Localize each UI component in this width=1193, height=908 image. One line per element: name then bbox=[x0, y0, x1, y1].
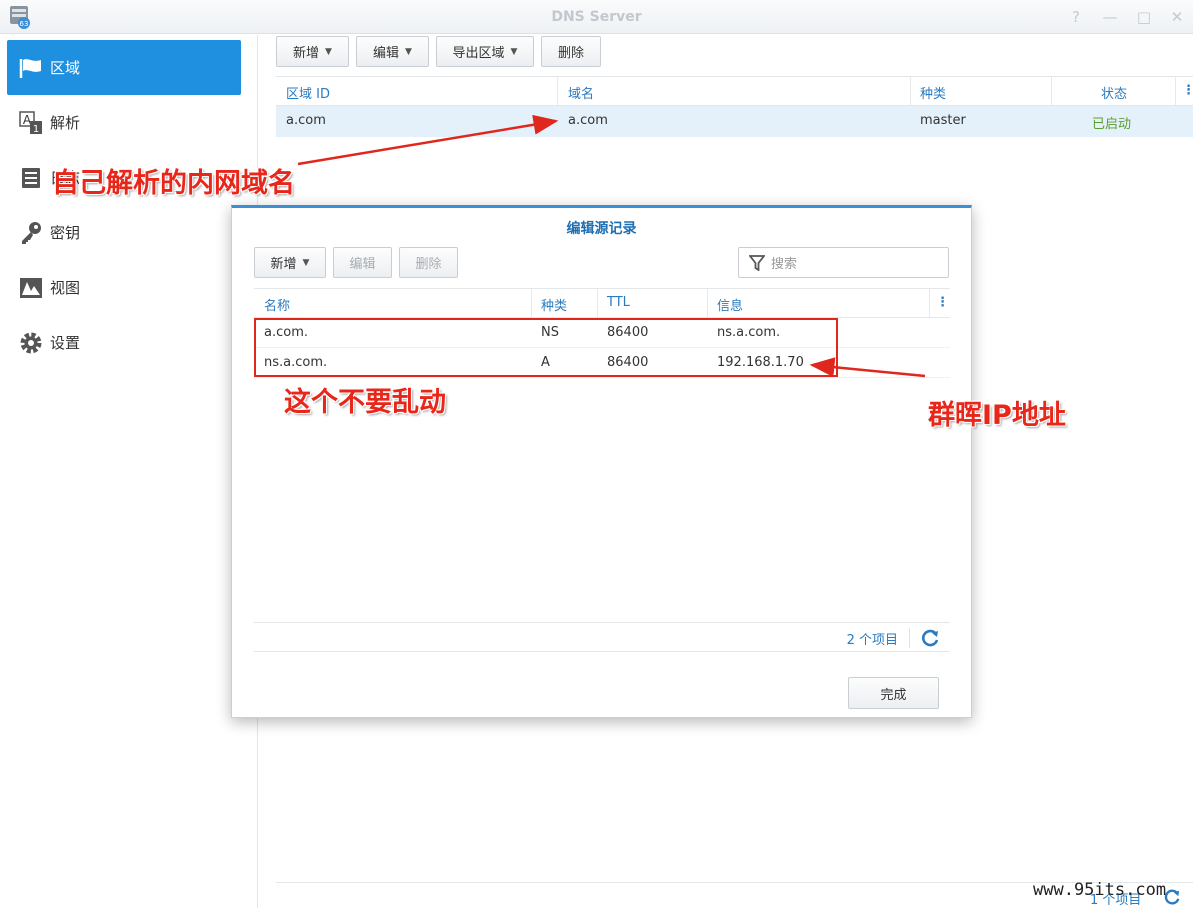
record-count: 2 个项目 bbox=[846, 633, 898, 648]
caret-down-icon: ▼ bbox=[302, 257, 310, 268]
watermark: www.95its.com bbox=[1033, 880, 1167, 900]
button-label: 新增 bbox=[293, 46, 320, 61]
resolve-icon: A1 bbox=[18, 110, 44, 136]
zone-id-cell: a.com bbox=[286, 113, 326, 128]
sidebar-item-keys[interactable]: 密钥 bbox=[7, 205, 241, 260]
column-menu-icon[interactable]: ⋮ bbox=[936, 295, 949, 310]
zones-table: 区域 ID 域名 种类 状态 ⋮ a.com a.com master 已启动 bbox=[276, 76, 1193, 137]
button-label: 删除 bbox=[557, 46, 584, 61]
column-header-type[interactable]: 种类 bbox=[920, 83, 946, 102]
caret-down-icon: ▼ bbox=[405, 46, 412, 57]
column-divider bbox=[910, 77, 911, 105]
annotation-dont-touch: 这个不要乱动 bbox=[284, 387, 446, 418]
key-icon bbox=[18, 220, 44, 246]
edit-records-dialog: 编辑源记录 新增 ▼ 编辑 删除 搜索 名称 种类 TTL 信息 ⋮ a.com.… bbox=[231, 205, 972, 718]
table-row[interactable]: a.com a.com master 已启动 bbox=[276, 106, 1193, 137]
dialog-table-footer: 2 个项目 bbox=[254, 622, 950, 652]
annotation-nas-ip: 群晖IP地址 bbox=[928, 400, 1066, 431]
minimize-icon[interactable]: — bbox=[1099, 6, 1121, 28]
edit-zone-button[interactable]: 编辑 ▼ bbox=[356, 36, 429, 67]
dialog-title: 编辑源记录 bbox=[566, 221, 637, 237]
button-label: 编辑 bbox=[373, 46, 400, 61]
column-divider bbox=[531, 289, 532, 317]
search-placeholder: 搜索 bbox=[771, 257, 798, 272]
highlight-box bbox=[254, 318, 838, 377]
column-header-status[interactable]: 状态 bbox=[1101, 83, 1127, 102]
close-icon[interactable]: ✕ bbox=[1166, 6, 1188, 28]
column-divider bbox=[707, 289, 708, 317]
create-zone-button[interactable]: 新增 ▼ bbox=[276, 36, 349, 67]
column-divider bbox=[1051, 77, 1052, 105]
table-header: 名称 种类 TTL 信息 ⋮ bbox=[254, 288, 950, 318]
delete-zone-button[interactable]: 删除 bbox=[541, 36, 601, 67]
caret-down-icon: ▼ bbox=[510, 46, 518, 57]
done-button[interactable]: 完成 bbox=[848, 677, 939, 709]
map-icon bbox=[18, 275, 44, 301]
caret-down-icon: ▼ bbox=[325, 46, 332, 57]
column-menu-icon[interactable]: ⋮ bbox=[1182, 83, 1193, 98]
create-record-button[interactable]: 新增 ▼ bbox=[254, 247, 326, 278]
filter-icon bbox=[749, 254, 765, 271]
column-header-name[interactable]: 名称 bbox=[264, 295, 290, 314]
column-header-zone-id[interactable]: 区域 ID bbox=[286, 83, 330, 102]
domain-cell: a.com bbox=[568, 113, 608, 128]
delete-record-button[interactable]: 删除 bbox=[399, 247, 458, 278]
column-divider bbox=[597, 289, 598, 317]
column-header-ttl[interactable]: TTL bbox=[607, 295, 630, 310]
list-icon bbox=[18, 165, 44, 191]
button-label: 导出区域 bbox=[452, 46, 505, 61]
sidebar-item-label: 设置 bbox=[50, 334, 81, 352]
button-label: 删除 bbox=[415, 257, 442, 272]
column-divider bbox=[557, 77, 558, 105]
column-header-domain[interactable]: 域名 bbox=[568, 83, 594, 102]
sidebar-item-views[interactable]: 视图 bbox=[7, 260, 241, 315]
maximize-icon[interactable]: □ bbox=[1133, 6, 1155, 28]
column-header-type[interactable]: 种类 bbox=[541, 295, 567, 314]
sidebar-item-label: 密钥 bbox=[50, 224, 81, 242]
sidebar-item-resolve[interactable]: A1 解析 bbox=[7, 95, 241, 150]
sidebar-item-settings[interactable]: 设置 bbox=[7, 315, 241, 370]
button-label: 编辑 bbox=[349, 257, 376, 272]
sidebar-item-label: 解析 bbox=[50, 114, 81, 132]
svg-text:1: 1 bbox=[33, 124, 39, 135]
sidebar-item-label: 视图 bbox=[50, 279, 81, 297]
status-cell: 已启动 bbox=[1092, 117, 1132, 132]
annotation-domain-note: 自己解析的内网域名 bbox=[52, 168, 295, 199]
export-zone-button[interactable]: 导出区域 ▼ bbox=[436, 36, 534, 67]
search-input[interactable]: 搜索 bbox=[738, 247, 949, 278]
column-divider bbox=[929, 289, 930, 317]
table-header: 区域 ID 域名 种类 状态 ⋮ bbox=[276, 76, 1193, 106]
gear-icon bbox=[18, 330, 44, 356]
flag-icon bbox=[18, 55, 44, 81]
column-header-info[interactable]: 信息 bbox=[717, 295, 743, 314]
window-title: DNS Server bbox=[551, 9, 642, 25]
sidebar-item-zones[interactable]: 区域 bbox=[7, 40, 241, 95]
button-label: 新增 bbox=[270, 257, 297, 272]
refresh-icon[interactable] bbox=[920, 628, 940, 648]
divider bbox=[909, 628, 910, 648]
column-divider bbox=[1175, 77, 1176, 105]
title-bar: 63 DNS Server ? — □ ✕ bbox=[0, 0, 1193, 34]
help-icon[interactable]: ? bbox=[1065, 6, 1087, 28]
type-cell: master bbox=[920, 113, 966, 128]
edit-record-button[interactable]: 编辑 bbox=[333, 247, 392, 278]
button-label: 完成 bbox=[880, 687, 907, 703]
sidebar-item-label: 区域 bbox=[50, 59, 81, 77]
